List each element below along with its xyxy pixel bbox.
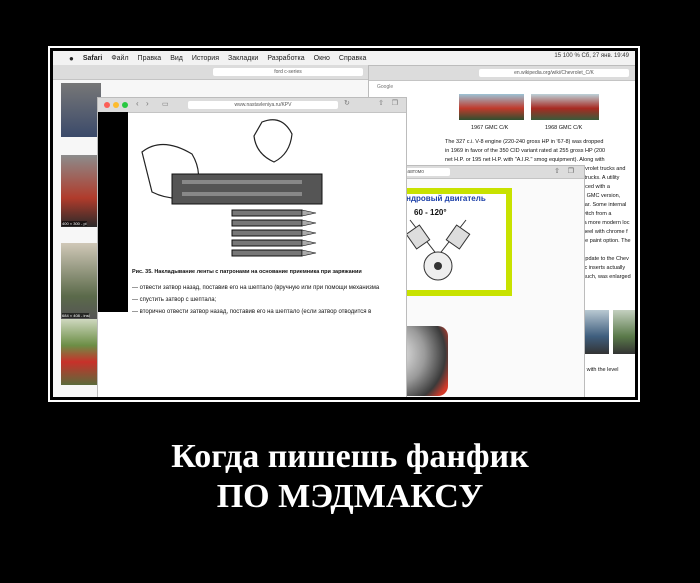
menu-window[interactable]: Окно bbox=[314, 55, 330, 62]
manual-share-icon[interactable]: ⇧ bbox=[378, 99, 384, 107]
menu-develop[interactable]: Разработка bbox=[267, 55, 304, 62]
truck-thumb-2[interactable]: 400 × 300 - pl bbox=[61, 155, 99, 227]
caption-line-1: Когда пишешь фанфик bbox=[171, 438, 529, 475]
sidebar-icon[interactable]: ▭ bbox=[162, 100, 169, 108]
menu-help[interactable]: Справка bbox=[339, 55, 366, 62]
close-button[interactable] bbox=[104, 102, 110, 108]
gmc-1968-photo[interactable] bbox=[531, 94, 599, 120]
wiki-url-bar[interactable]: en.wikipedia.org/wiki/Chevrolet_C/K bbox=[479, 69, 629, 77]
zoom-button[interactable] bbox=[122, 102, 128, 108]
wiki-text-line-14: stic inserts actually bbox=[579, 265, 626, 271]
wiki-text-line-12: one paint option. The bbox=[579, 238, 631, 244]
wiki-text-line-15: s such, was enlarged bbox=[579, 274, 631, 280]
black-side-strip bbox=[98, 112, 128, 312]
manual-step-2: — спустить затвор с шептала; bbox=[132, 297, 217, 303]
thumb-size-label-1: 400 × 300 - pl bbox=[62, 221, 87, 226]
wiki-text-line-3: net H.P. or 195 net H.P. with "A.I.R." s… bbox=[445, 157, 605, 163]
right-piston bbox=[445, 224, 471, 250]
back-url-bar[interactable]: ford c-series bbox=[213, 68, 363, 76]
share-icon[interactable]: ⇧ bbox=[554, 167, 560, 175]
back-icon[interactable]: ‹ bbox=[136, 99, 139, 108]
wiki-photo-bottom-2[interactable] bbox=[613, 310, 635, 354]
menu-safari[interactable]: Safari bbox=[83, 55, 102, 62]
wiki-search-field[interactable]: Google bbox=[377, 84, 467, 92]
manual-window: ‹ › ▭ www.nastavleniya.ru/KPV ↻ ⇧ ❐ Рис.… bbox=[97, 97, 407, 397]
truck-thumb-3[interactable]: 684 × 408 - insi bbox=[61, 243, 99, 319]
menu-bar: ● Safari Файл Правка Вид История Закладк… bbox=[53, 51, 635, 65]
caption-line-2: ПО МЭДМАКСУ bbox=[216, 478, 484, 515]
apple-icon[interactable]: ● bbox=[69, 54, 74, 63]
manual-step-3: — вторично отвести затвор назад, постави… bbox=[132, 309, 372, 315]
wiki-toolbar: en.wikipedia.org/wiki/Chevrolet_C/K bbox=[369, 66, 635, 81]
back-window-toolbar: ford c-series bbox=[53, 65, 373, 80]
left-piston bbox=[405, 224, 431, 250]
wiki-text-line-11: wheel with chrome f bbox=[579, 229, 628, 235]
manual-toolbar: ‹ › ▭ www.nastavleniya.ru/KPV ↻ ⇧ ❐ bbox=[98, 98, 406, 113]
menu-edit[interactable]: Правка bbox=[138, 55, 162, 62]
hand-right bbox=[253, 119, 293, 163]
ammo-belt bbox=[231, 209, 317, 257]
manual-step-1: — отвести затвор назад, поставив его на … bbox=[132, 285, 380, 291]
thumb-size-label-2: 684 × 408 - insi bbox=[62, 313, 90, 318]
screenshot-area: ● Safari Файл Правка Вид История Закладк… bbox=[53, 51, 635, 397]
manual-tabs-icon[interactable]: ❐ bbox=[392, 99, 398, 107]
menu-bookmarks[interactable]: Закладки bbox=[228, 55, 258, 62]
figure-caption: Рис. 35. Накладывание ленты с патронами … bbox=[132, 269, 362, 275]
manual-url-bar[interactable]: www.nastavleniya.ru/KPV bbox=[188, 101, 338, 109]
minimize-button[interactable] bbox=[113, 102, 119, 108]
gmc-1967-photo[interactable] bbox=[459, 94, 524, 120]
wiki-text-line-13: r update to the Chev bbox=[579, 256, 629, 262]
wiki-text-line-10: d a more modern loc bbox=[579, 220, 630, 226]
wiki-text-line-7: he GMC version, bbox=[579, 193, 621, 199]
receiver-body bbox=[171, 173, 323, 205]
wiki-text-line-2: in 1969 in favor of the 350 CID variant … bbox=[445, 148, 606, 154]
menu-view[interactable]: Вид bbox=[170, 55, 183, 62]
menubar-status: 15 100 % Сб, 27 янв. 19:49 bbox=[554, 53, 629, 59]
menu-file[interactable]: Файл bbox=[111, 55, 128, 62]
wiki-bottom-caption: 10 with the level bbox=[579, 367, 619, 373]
wiki-text-line-5: C trucks. A utility bbox=[579, 175, 620, 181]
caption-1967: 1967 GMC C/K bbox=[471, 125, 509, 131]
machine-gun-illustration bbox=[141, 119, 323, 257]
wiki-text-line-8: year. Some internal bbox=[579, 202, 627, 208]
wiki-text-line-1: The 327 c.i. V-8 engine (220-240 gross H… bbox=[445, 139, 604, 145]
forward-icon[interactable]: › bbox=[146, 99, 149, 108]
tabs-icon[interactable]: ❐ bbox=[568, 167, 574, 175]
truck-thumb-1[interactable] bbox=[61, 83, 101, 137]
wiki-text-line-4: hevrolet trucks and bbox=[579, 166, 626, 172]
reload-icon[interactable]: ↻ bbox=[344, 99, 350, 107]
caption-1968: 1968 GMC C/K bbox=[545, 125, 583, 131]
menu-history[interactable]: История bbox=[192, 55, 219, 62]
